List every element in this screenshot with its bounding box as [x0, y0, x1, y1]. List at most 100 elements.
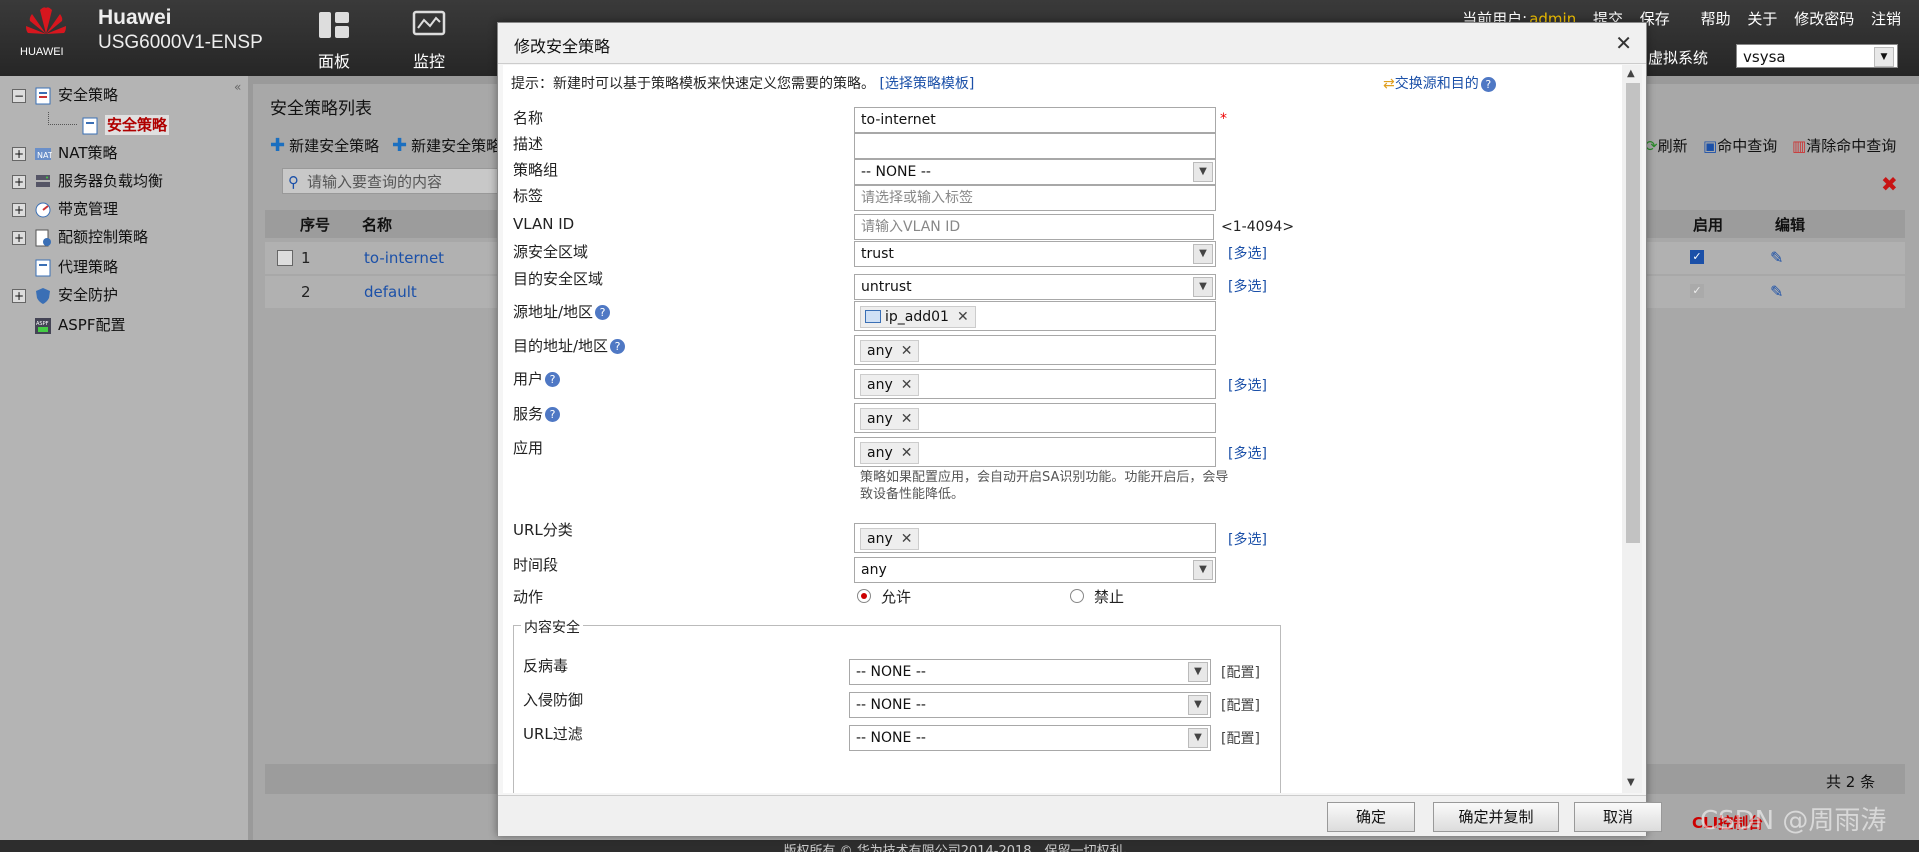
- nav-monitor[interactable]: 监控: [397, 10, 461, 72]
- search-input[interactable]: ⚲ 请输入要查询的内容: [282, 168, 502, 194]
- refresh-button[interactable]: ⟳刷新: [1645, 135, 1688, 156]
- ips-select[interactable]: -- NONE -- ▼: [849, 692, 1211, 718]
- help-icon[interactable]: ?: [1480, 76, 1496, 92]
- sidebar-item-label: 服务器负载均衡: [58, 172, 164, 190]
- help-icon[interactable]: ?: [545, 407, 561, 422]
- policy-group-value: -- NONE --: [861, 164, 931, 180]
- close-filter-icon[interactable]: ✖: [1881, 172, 1898, 196]
- dst-zone-multi-link[interactable]: [多选]: [1228, 276, 1267, 296]
- user-box[interactable]: any ✕: [854, 369, 1216, 399]
- help-icon[interactable]: ?: [595, 305, 611, 320]
- new-policy-button[interactable]: ✚ 新建安全策略: [270, 135, 379, 156]
- copyright: 版权所有 © 华为技术有限公司2014-2018，保留一切权利。: [0, 840, 1919, 852]
- cancel-button[interactable]: 取消: [1574, 802, 1662, 832]
- swap-src-dst-link[interactable]: ⇄交换源和目的?: [1383, 73, 1496, 93]
- description-input[interactable]: [854, 133, 1216, 159]
- edit-icon[interactable]: ✎: [1770, 282, 1783, 301]
- collapse-sidebar-icon[interactable]: «: [234, 80, 241, 94]
- dst-zone-select[interactable]: untrust ▼: [854, 274, 1216, 300]
- user-tag: any ✕: [860, 374, 920, 396]
- vlan-input[interactable]: 请输入VLAN ID: [854, 214, 1214, 240]
- scroll-down-icon[interactable]: ▼: [1627, 777, 1635, 788]
- src-address-tag-label: ip_add01: [885, 309, 949, 325]
- sidebar-item-proxy[interactable]: 代理策略: [34, 254, 118, 280]
- close-icon[interactable]: ✕: [1615, 31, 1632, 55]
- expand-icon[interactable]: +: [12, 288, 26, 303]
- deny-radio[interactable]: [1070, 589, 1084, 603]
- ips-value: -- NONE --: [856, 697, 926, 713]
- name-label: 名称: [513, 109, 544, 127]
- url-filter-config-link[interactable]: [配置]: [1221, 728, 1260, 748]
- url-filter-select[interactable]: -- NONE -- ▼: [849, 725, 1211, 751]
- collapse-icon[interactable]: −: [12, 88, 26, 103]
- about-link[interactable]: 关于: [1747, 10, 1777, 28]
- url-category-multi-link[interactable]: [多选]: [1228, 529, 1267, 549]
- ok-button[interactable]: 确定: [1327, 802, 1415, 832]
- application-box[interactable]: any ✕: [854, 437, 1216, 467]
- dialog-scrollbar[interactable]: ▲ ▼: [1622, 65, 1642, 793]
- nav-dashboard[interactable]: 面板: [302, 10, 366, 72]
- sidebar-item-label: 安全策略: [58, 86, 119, 104]
- name-input[interactable]: to-internet: [854, 107, 1216, 133]
- ok-and-copy-button[interactable]: 确定并复制: [1433, 802, 1559, 832]
- url-category-box[interactable]: any ✕: [854, 523, 1216, 553]
- antivirus-select[interactable]: -- NONE -- ▼: [849, 659, 1211, 685]
- ips-config-link[interactable]: [配置]: [1221, 695, 1260, 715]
- remove-tag-icon[interactable]: ✕: [901, 343, 913, 359]
- src-zone-select[interactable]: trust ▼: [854, 241, 1216, 267]
- expand-icon[interactable]: +: [12, 146, 26, 161]
- scroll-up-icon[interactable]: ▲: [1627, 68, 1635, 79]
- required-mark: *: [1220, 111, 1227, 127]
- time-range-select[interactable]: any ▼: [854, 557, 1216, 583]
- sidebar-item-quota[interactable]: + 配额控制策略: [12, 224, 148, 250]
- help-link[interactable]: 帮助: [1701, 10, 1731, 28]
- sidebar-item-nat[interactable]: + NAT NAT策略: [12, 140, 117, 166]
- sidebar-item-label: ASPF配置: [58, 316, 126, 334]
- service-label: 服务?: [513, 403, 561, 424]
- permit-radio[interactable]: [857, 589, 871, 603]
- expand-icon[interactable]: +: [12, 230, 26, 245]
- remove-tag-icon[interactable]: ✕: [957, 309, 969, 325]
- sidebar-item-aspf[interactable]: ASPF ASPF配置: [34, 312, 125, 338]
- remove-tag-icon[interactable]: ✕: [901, 377, 913, 393]
- remove-tag-icon[interactable]: ✕: [901, 531, 913, 547]
- enable-checkbox[interactable]: ✓: [1690, 250, 1704, 264]
- src-zone-multi-link[interactable]: [多选]: [1228, 243, 1267, 263]
- sidebar-item-security-policy-child[interactable]: 安全策略: [48, 112, 170, 138]
- new-policy-button-2[interactable]: ✚ 新建安全策略: [392, 135, 501, 156]
- edit-icon[interactable]: ✎: [1770, 248, 1783, 267]
- expand-icon[interactable]: +: [12, 174, 26, 189]
- application-multi-link[interactable]: [多选]: [1228, 443, 1267, 463]
- sidebar-item-security-policy[interactable]: − 安全策略: [12, 82, 118, 108]
- sidebar-item-protection[interactable]: + 安全防护: [12, 282, 118, 308]
- row-name-link[interactable]: to-internet: [364, 249, 444, 267]
- enable-checkbox: ✓: [1690, 284, 1704, 298]
- sidebar-item-slb[interactable]: + 服务器负载均衡: [12, 168, 163, 194]
- vsys-select[interactable]: vsysa ▼: [1736, 44, 1898, 68]
- antivirus-config-link[interactable]: [配置]: [1221, 662, 1260, 682]
- hit-query-button[interactable]: ▣命中查询: [1703, 135, 1777, 156]
- src-address-box[interactable]: ip_add01 ✕: [854, 301, 1216, 331]
- scroll-thumb[interactable]: [1626, 83, 1640, 543]
- tag-input[interactable]: 请选择或输入标签: [854, 185, 1216, 211]
- help-icon[interactable]: ?: [545, 372, 561, 387]
- logout-link[interactable]: 注销: [1871, 10, 1901, 28]
- remove-tag-icon[interactable]: ✕: [901, 445, 913, 461]
- help-icon[interactable]: ?: [610, 339, 626, 354]
- clear-hit-query-button[interactable]: ▥清除命中查询: [1792, 135, 1896, 156]
- col-edit: 编辑: [1775, 216, 1806, 234]
- bandwidth-icon: [35, 202, 51, 217]
- service-box[interactable]: any ✕: [854, 403, 1216, 433]
- chevron-down-icon: ▼: [1874, 47, 1894, 67]
- policy-group-select[interactable]: -- NONE -- ▼: [854, 159, 1216, 185]
- expand-icon[interactable]: +: [12, 202, 26, 217]
- select-template-link[interactable]: [选择策略模板]: [879, 76, 974, 92]
- change-password-link[interactable]: 修改密码: [1794, 10, 1854, 28]
- row-name-link[interactable]: default: [364, 283, 417, 301]
- row-checkbox[interactable]: [277, 250, 293, 266]
- aspf-icon: ASPF: [35, 317, 51, 334]
- remove-tag-icon[interactable]: ✕: [901, 411, 913, 427]
- sidebar-item-bandwidth[interactable]: + 带宽管理: [12, 196, 118, 222]
- dst-address-box[interactable]: any ✕: [854, 335, 1216, 365]
- user-multi-link[interactable]: [多选]: [1228, 375, 1267, 395]
